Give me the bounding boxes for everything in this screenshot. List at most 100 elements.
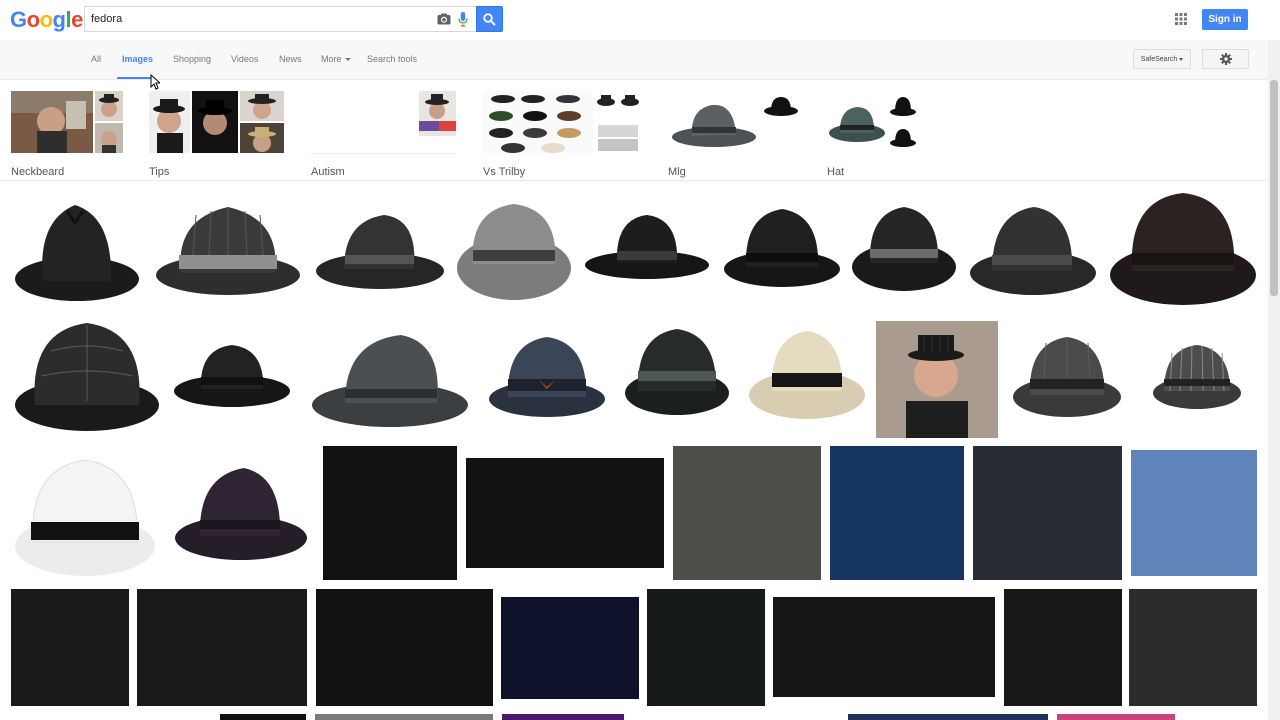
image-result[interactable] <box>486 321 608 438</box>
image-result[interactable] <box>501 597 639 699</box>
image-result[interactable] <box>11 589 129 706</box>
chevron-down-icon <box>344 58 351 62</box>
image-result[interactable] <box>973 446 1122 580</box>
hat-image <box>746 321 868 438</box>
image-result[interactable] <box>616 321 738 438</box>
hat-image <box>581 193 714 312</box>
related-thumbnail <box>95 91 123 121</box>
image-result[interactable] <box>11 193 143 312</box>
related-thumbnail <box>240 91 284 121</box>
header: Google fedora Sign in <box>0 0 1280 40</box>
related-search-label: Vs Trilby <box>483 166 526 178</box>
image-result[interactable] <box>316 589 493 706</box>
tab-all[interactable]: All <box>91 54 101 64</box>
logo-letter: g <box>52 7 66 32</box>
hat-image <box>314 193 447 312</box>
related-thumbnail <box>594 123 642 153</box>
hat-image <box>1108 193 1258 312</box>
hat-image <box>11 193 143 312</box>
image-result[interactable] <box>722 193 842 312</box>
logo-letter: G <box>10 7 27 32</box>
image-result[interactable] <box>1108 193 1258 312</box>
image-result[interactable] <box>11 321 163 438</box>
image-result[interactable] <box>323 446 457 580</box>
hat-image <box>850 193 958 312</box>
google-logo[interactable]: Google <box>10 7 83 33</box>
hat-image <box>1136 321 1258 438</box>
image-result[interactable] <box>850 193 958 312</box>
image-result[interactable] <box>137 589 307 706</box>
hat-image <box>171 321 293 438</box>
image-result[interactable] <box>966 193 1100 312</box>
related-search-label: Tips <box>149 166 170 178</box>
camera-icon[interactable] <box>437 13 451 25</box>
image-result[interactable] <box>301 321 479 438</box>
safesearch-button[interactable]: SafeSearch <box>1133 49 1191 69</box>
image-result[interactable] <box>455 200 573 304</box>
image-result[interactable] <box>11 446 160 580</box>
image-result[interactable] <box>848 714 1048 720</box>
scrollbar[interactable] <box>1268 40 1280 720</box>
person-image <box>876 321 998 438</box>
hat-image <box>11 446 160 580</box>
image-result[interactable] <box>314 193 447 312</box>
related-searches: Neckbeard Tips Autism Vs Trilby Mlg Hat <box>0 81 1268 181</box>
chevron-down-icon <box>1179 57 1184 61</box>
hat-image <box>1006 321 1128 438</box>
logo-letter: o <box>39 7 53 32</box>
tab-images[interactable]: Images <box>122 54 153 64</box>
image-result[interactable] <box>773 597 995 697</box>
hat-image <box>151 193 305 312</box>
related-thumbnail <box>95 123 123 153</box>
microphone-icon[interactable] <box>458 12 468 27</box>
sign-in-button[interactable]: Sign in <box>1202 9 1248 30</box>
related-thumbnail <box>192 91 238 153</box>
tab-search-tools[interactable]: Search tools <box>367 54 417 64</box>
image-result[interactable] <box>673 446 821 580</box>
logo-letter: o <box>26 7 40 32</box>
tab-shopping[interactable]: Shopping <box>173 54 211 64</box>
image-result[interactable] <box>1131 450 1257 576</box>
settings-button[interactable] <box>1202 49 1249 69</box>
image-result[interactable] <box>168 446 314 580</box>
image-result[interactable] <box>647 589 765 706</box>
search-box <box>84 6 476 32</box>
related-search-label: Mlg <box>668 166 686 178</box>
related-thumbnail <box>761 91 801 121</box>
image-result[interactable] <box>11 714 211 720</box>
related-search-label: Neckbeard <box>11 166 65 178</box>
image-result[interactable] <box>1006 321 1128 438</box>
hat-image <box>486 321 608 438</box>
image-result[interactable] <box>1136 321 1258 438</box>
image-result[interactable] <box>466 458 664 568</box>
hat-image <box>168 446 314 580</box>
related-thumbnail <box>240 123 284 153</box>
tab-more[interactable]: More <box>321 54 351 64</box>
related-thumbnail <box>419 91 456 136</box>
related-search-label: Autism <box>311 166 345 178</box>
image-result[interactable] <box>1057 714 1175 720</box>
image-result[interactable] <box>1129 589 1257 706</box>
scrollbar-thumb[interactable] <box>1270 80 1278 296</box>
search-button[interactable] <box>476 6 503 32</box>
image-result[interactable] <box>876 321 998 438</box>
image-result[interactable] <box>220 714 306 720</box>
related-thumbnail <box>827 91 887 153</box>
hat-image <box>616 321 738 438</box>
image-result[interactable] <box>171 321 293 438</box>
apps-grid-icon[interactable] <box>1175 13 1187 25</box>
image-result[interactable] <box>151 193 305 312</box>
search-input[interactable] <box>91 10 421 28</box>
image-result[interactable] <box>581 193 714 312</box>
related-thumbnail <box>11 91 93 153</box>
hat-image <box>722 193 842 312</box>
image-result[interactable] <box>746 321 868 438</box>
image-result[interactable] <box>1004 589 1122 706</box>
tab-news[interactable]: News <box>279 54 302 64</box>
image-result[interactable] <box>830 446 964 580</box>
google-image-search-page: Google fedora Sign in All Images Shoppin… <box>0 0 1280 720</box>
tab-videos[interactable]: Videos <box>231 54 258 64</box>
image-result[interactable] <box>502 714 624 720</box>
image-result[interactable] <box>315 714 493 720</box>
hat-image <box>966 193 1100 312</box>
